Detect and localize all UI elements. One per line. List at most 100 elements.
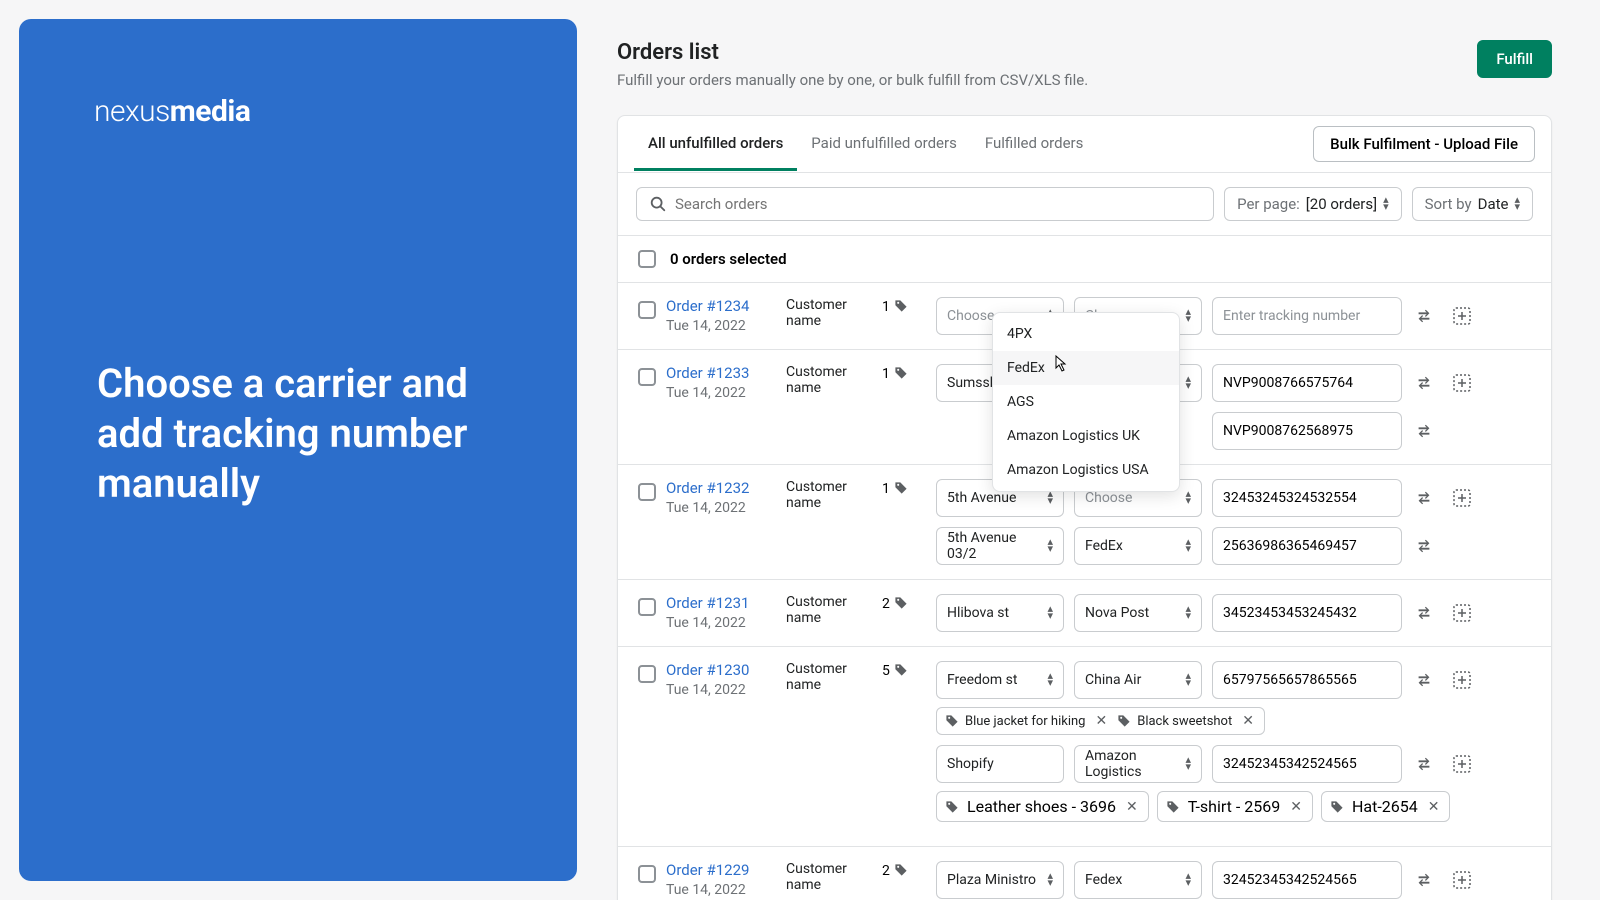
address-select[interactable]: Shopify: [936, 745, 1064, 783]
sort-by-select[interactable]: Sort by Date ▴▾: [1412, 187, 1533, 221]
swap-button[interactable]: [1412, 297, 1436, 335]
customer-name: Customer name: [786, 364, 872, 396]
dropdown-option[interactable]: 4PX: [993, 317, 1179, 351]
search-input[interactable]: [675, 195, 1201, 213]
order-link[interactable]: Order #1233: [666, 364, 776, 382]
swap-button[interactable]: [1412, 527, 1436, 565]
swap-button[interactable]: [1412, 479, 1436, 517]
item-count: 5: [882, 661, 926, 679]
fulfill-button[interactable]: Fulfill: [1477, 40, 1552, 78]
swap-button[interactable]: [1412, 364, 1436, 402]
add-dashed-icon: [1452, 670, 1472, 690]
tag-icon: [1330, 800, 1344, 814]
tab-fulfilled[interactable]: Fulfilled orders: [971, 118, 1098, 171]
chevron-updown-icon: ▴▾: [1185, 673, 1191, 686]
swap-icon: [1415, 422, 1433, 440]
remove-tag-button[interactable]: ✕: [1124, 799, 1140, 815]
chevron-updown-icon: ▴▾: [1185, 606, 1191, 619]
swap-icon: [1415, 537, 1433, 555]
customer-name: Customer name: [786, 479, 872, 511]
remove-tag-button[interactable]: ✕: [1240, 713, 1256, 729]
carrier-select[interactable]: Fedex▴▾: [1074, 861, 1202, 899]
order-link[interactable]: Order #1231: [666, 594, 776, 612]
add-line-button[interactable]: [1450, 297, 1474, 335]
order-checkbox[interactable]: [638, 598, 656, 616]
shipment-line: 5th Avenue 03/2▴▾ FedEx▴▾: [936, 527, 1531, 565]
order-date: Tue 14, 2022: [666, 682, 776, 698]
tracking-input[interactable]: [1212, 364, 1402, 402]
add-line-button[interactable]: [1450, 364, 1474, 402]
chevron-updown-icon: ▴▾: [1185, 873, 1191, 886]
tracking-input[interactable]: [1212, 297, 1402, 335]
tag-icon: [894, 863, 908, 877]
order-checkbox[interactable]: [638, 483, 656, 501]
item-count: 1: [882, 297, 926, 315]
swap-button[interactable]: [1412, 661, 1436, 699]
tracking-input[interactable]: [1212, 661, 1402, 699]
search-icon: [649, 195, 667, 213]
carrier-select[interactable]: FedEx▴▾: [1074, 527, 1202, 565]
order-link[interactable]: Order #1229: [666, 861, 776, 879]
tag-icon: [894, 481, 908, 495]
add-line-button[interactable]: [1450, 861, 1474, 899]
chevron-updown-icon: ▴▾: [1047, 491, 1053, 504]
add-line-button[interactable]: [1450, 479, 1474, 517]
select-all-checkbox[interactable]: [638, 250, 656, 268]
tag-icon: [894, 596, 908, 610]
add-line-button[interactable]: [1450, 661, 1474, 699]
tracking-input[interactable]: [1212, 479, 1402, 517]
address-select[interactable]: Freedom st▴▾: [936, 661, 1064, 699]
swap-icon: [1415, 489, 1433, 507]
order-checkbox[interactable]: [638, 665, 656, 683]
tab-all-unfulfilled[interactable]: All unfulfilled orders: [634, 118, 797, 171]
address-select[interactable]: 5th Avenue 03/2▴▾: [936, 527, 1064, 565]
per-page-select[interactable]: Per page: [20 orders] ▴▾: [1224, 187, 1402, 221]
chevron-updown-icon: ▴▾: [1047, 539, 1053, 552]
tracking-input[interactable]: [1212, 745, 1402, 783]
dropdown-option[interactable]: FedEx: [993, 351, 1179, 385]
add-dashed-icon: [1452, 306, 1472, 326]
swap-button[interactable]: [1412, 745, 1436, 783]
dropdown-option[interactable]: Amazon Logistics UK: [993, 419, 1179, 453]
tracking-input[interactable]: [1212, 861, 1402, 899]
remove-tag-button[interactable]: ✕: [1288, 799, 1304, 815]
customer-name: Customer name: [786, 594, 872, 626]
chevron-updown-icon: ▴▾: [1185, 757, 1191, 770]
tracking-input[interactable]: [1212, 412, 1402, 450]
carrier-select[interactable]: China Air▴▾: [1074, 661, 1202, 699]
order-row: Order #1230 Tue 14, 2022 Customer name 5…: [618, 647, 1551, 847]
address-select[interactable]: Hlibova st▴▾: [936, 594, 1064, 632]
add-line-button[interactable]: [1450, 594, 1474, 632]
order-link[interactable]: Order #1230: [666, 661, 776, 679]
order-checkbox[interactable]: [638, 368, 656, 386]
tracking-input[interactable]: [1212, 527, 1402, 565]
customer-name: Customer name: [786, 661, 872, 693]
swap-button[interactable]: [1412, 861, 1436, 899]
order-date: Tue 14, 2022: [666, 385, 776, 401]
dropdown-option[interactable]: AGS: [993, 385, 1179, 419]
swap-button[interactable]: [1412, 594, 1436, 632]
tab-paid-unfulfilled[interactable]: Paid unfulfilled orders: [797, 118, 971, 171]
address-select[interactable]: Plaza Ministro▴▾: [936, 861, 1064, 899]
shipment-line: Plaza Ministro▴▾ Fedex▴▾: [936, 861, 1531, 899]
order-link[interactable]: Order #1234: [666, 297, 776, 315]
promo-panel: nexusmedia Choose a carrier and add trac…: [19, 19, 577, 881]
swap-icon: [1415, 871, 1433, 889]
orders-card: All unfulfilled orders Paid unfulfilled …: [617, 115, 1552, 900]
add-line-button[interactable]: [1450, 745, 1474, 783]
order-checkbox[interactable]: [638, 301, 656, 319]
tag-icon: [945, 714, 959, 728]
order-checkbox[interactable]: [638, 865, 656, 883]
remove-tag-button[interactable]: ✕: [1426, 799, 1442, 815]
chevron-updown-icon: ▴▾: [1514, 197, 1520, 210]
tags-row: Leather shoes - 3696✕T-shirt - 2569✕Hat-…: [936, 791, 1531, 822]
tracking-input[interactable]: [1212, 594, 1402, 632]
carrier-select[interactable]: Amazon Logistics▴▾: [1074, 745, 1202, 783]
dropdown-option[interactable]: Amazon Logistics USA: [993, 453, 1179, 487]
carrier-select[interactable]: Nova Post▴▾: [1074, 594, 1202, 632]
search-input-container[interactable]: [636, 187, 1214, 221]
bulk-upload-button[interactable]: Bulk Fulfilment - Upload File: [1313, 126, 1535, 162]
swap-button[interactable]: [1412, 412, 1436, 450]
order-link[interactable]: Order #1232: [666, 479, 776, 497]
remove-tag-button[interactable]: ✕: [1093, 713, 1109, 729]
